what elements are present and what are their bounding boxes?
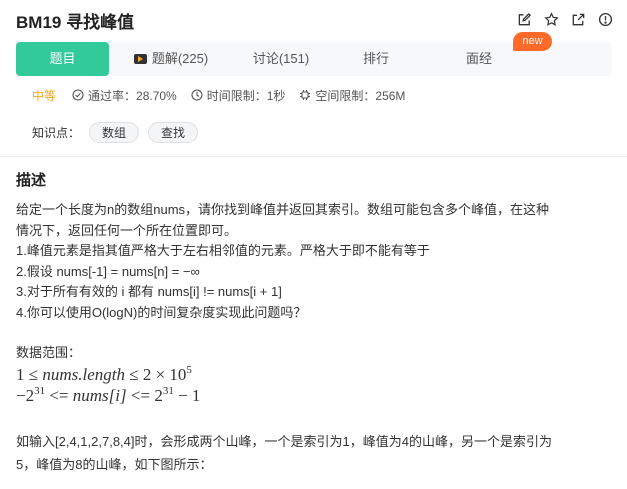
page-title: BM19 寻找峰值: [16, 13, 135, 32]
space-limit: 空间限制：256M: [299, 87, 405, 104]
divider: [0, 156, 627, 157]
constraint-length: 1 ≤ nums.length ≤ 2 × 105: [16, 363, 192, 384]
space-limit-text: 空间限制：256M: [315, 88, 406, 103]
star-icon[interactable]: [543, 11, 559, 27]
knowledge-tags: 知识点： 数组 查找: [32, 122, 199, 143]
tab-label: 讨论(151): [252, 51, 310, 66]
tab-label: 面经: [465, 51, 492, 66]
description-line: 给定一个长度为n的数组nums，请你找到峰值并返回其索引。数组可能包含多个峰值，…: [16, 202, 550, 217]
tag-search[interactable]: 查找: [148, 122, 199, 143]
header-actions: [516, 11, 613, 27]
tab-discussion[interactable]: 讨论(151): [236, 42, 326, 76]
tab-ranking[interactable]: 排行: [346, 42, 406, 76]
tab-solutions[interactable]: 题解(225): [122, 42, 220, 76]
pass-rate: 通过率：28.70%: [72, 87, 177, 104]
info-icon[interactable]: [597, 11, 613, 27]
example-line: 5，峰值为8的山峰，如下图所示：: [16, 457, 213, 472]
edit-icon[interactable]: [516, 11, 532, 27]
chip-icon: [300, 90, 311, 100]
problem-meta: 中等 通过率：28.70% 时间限制：1秒 空间限制：256M: [32, 87, 419, 103]
knowledge-label: 知识点：: [32, 126, 81, 140]
tab-label: 题解(225): [151, 51, 209, 66]
description-line: 3.对于所有有效的 i 都有 nums[i] != nums[i + 1]: [16, 284, 282, 299]
description-line: 4.你可以使用O(logN)的时间复杂度实现此问题吗？: [16, 304, 307, 320]
check-circle-icon: [72, 89, 84, 101]
difficulty-label: 中等: [32, 88, 57, 103]
example-text: 如输入[2,4,1,2,7,8,4]时，会形成两个山峰，一个是索引为1，峰值为4…: [16, 430, 616, 476]
tag-array[interactable]: 数组: [89, 122, 140, 143]
new-badge: new: [513, 32, 552, 51]
tab-problem[interactable]: 题目: [16, 42, 109, 76]
time-limit: 时间限制：1秒: [191, 87, 286, 104]
description-line: 2.假设 nums[-1] = nums[n] = −∞: [16, 263, 200, 279]
constraint-values: −231 <= nums[i] <= 231 − 1: [16, 384, 201, 405]
tab-label: 排行: [362, 51, 389, 66]
description-line: 1.峰值元素是指其值严格大于左右相邻值的元素。严格大于即不能有等于: [16, 243, 430, 258]
video-icon: [133, 54, 147, 64]
clock-icon: [191, 89, 203, 101]
tab-interviews[interactable]: 面经: [448, 42, 510, 76]
example-line: 如输入[2,4,1,2,7,8,4]时，会形成两个山峰，一个是索引为1，峰值为4…: [16, 434, 552, 449]
share-icon[interactable]: [570, 11, 586, 27]
description-body: 给定一个长度为n的数组nums，请你找到峰值并返回其索引。数组可能包含多个峰值，…: [16, 200, 616, 406]
time-limit-text: 时间限制：1秒: [206, 88, 286, 103]
pass-rate-text: 通过率：28.70%: [88, 88, 177, 103]
tab-label: 题目: [49, 51, 76, 66]
description-title: 描述: [16, 172, 47, 189]
description-line: 情况下，返回任何一个所在位置即可。: [16, 222, 238, 238]
range-label: 数据范围：: [16, 345, 82, 360]
